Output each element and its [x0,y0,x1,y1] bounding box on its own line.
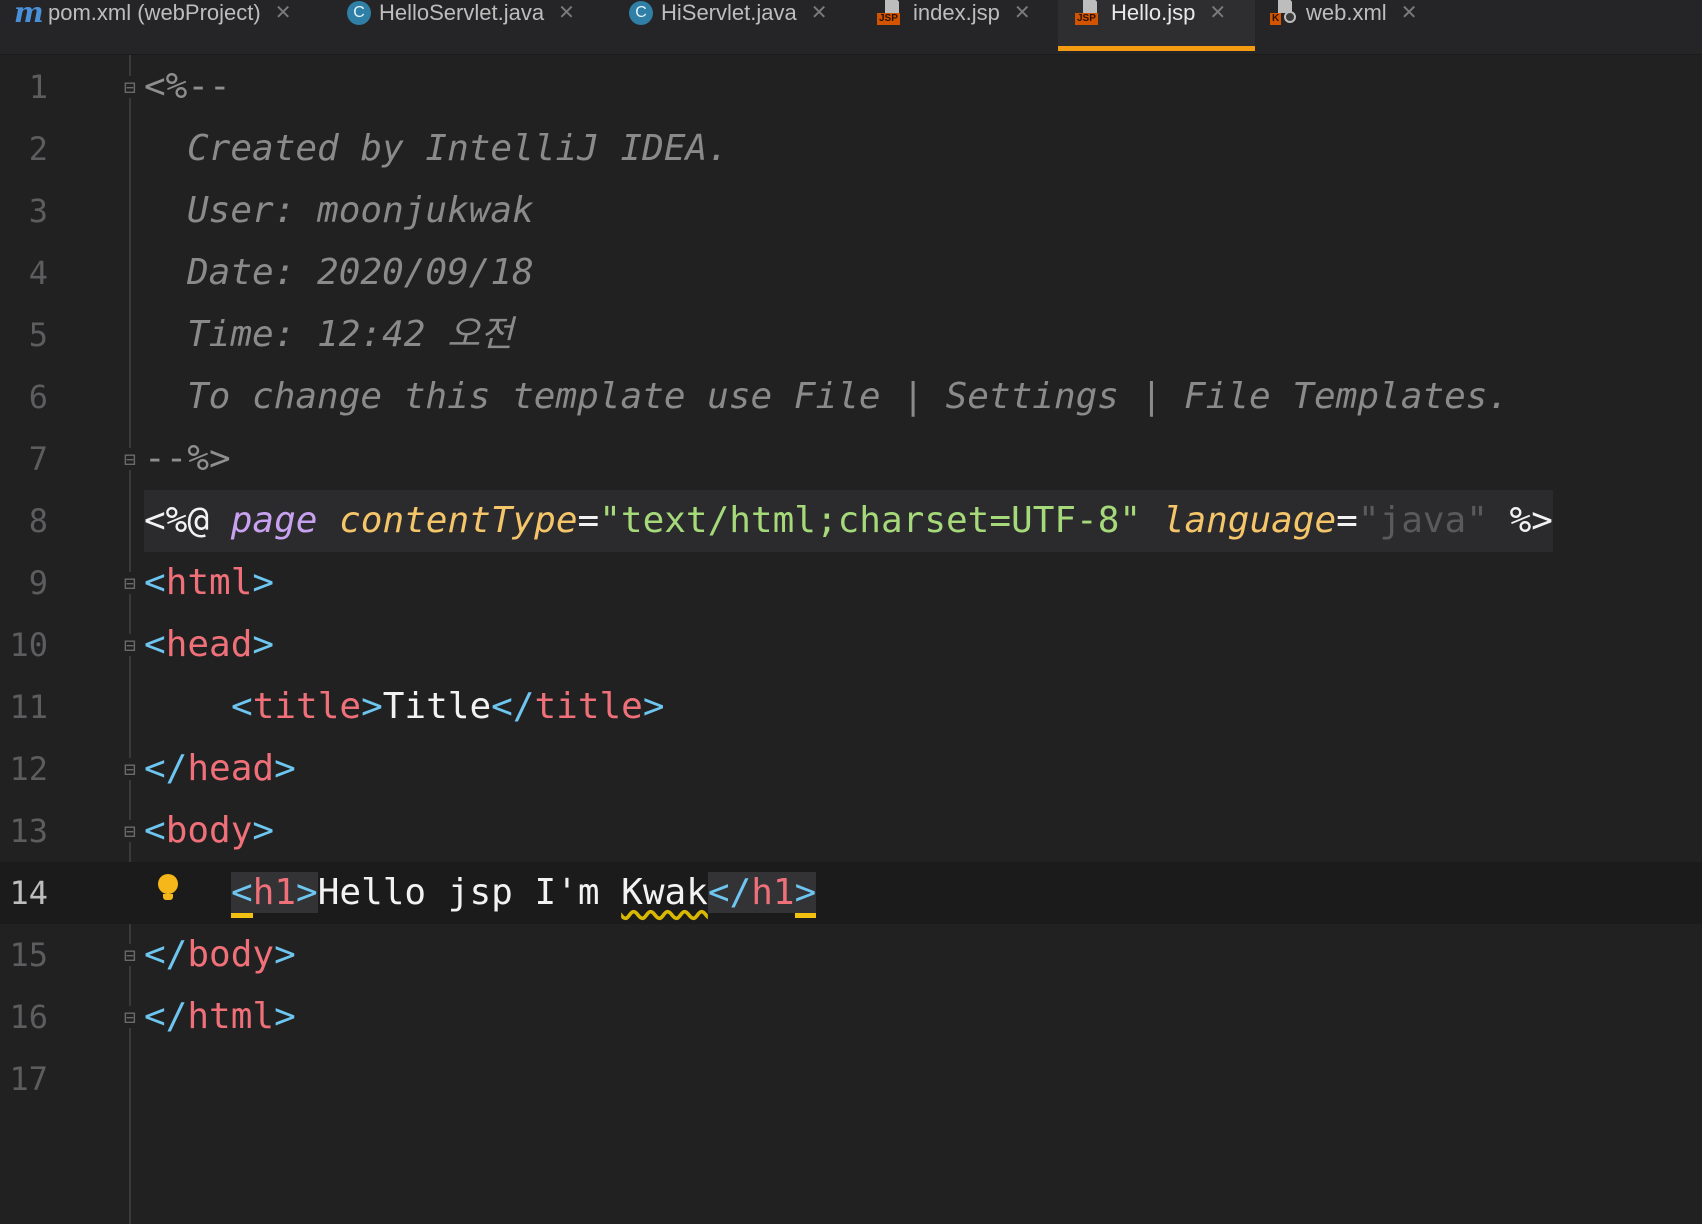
code-line: 17 [0,1048,1702,1110]
code-text: User: moonjukwak [187,190,534,231]
line-number: 14 [9,874,48,912]
line-number: 10 [9,626,48,664]
tab-hiservlet-java[interactable]: C HiServlet.java ✕ [629,0,827,51]
tab-index-jsp[interactable]: JSP index.jsp ✕ [877,0,1031,51]
code-line: 7 ⊟ --%> [0,428,1702,490]
code-text: <h1>Hello jsp I'm Kwak</h1> [231,862,817,924]
fold-icon[interactable]: ⊟ [119,758,141,780]
line-number: 15 [9,936,48,974]
typo-warning-word: Kwak [621,872,708,913]
tab-label: index.jsp [913,0,1000,25]
fold-icon[interactable]: ⊟ [119,944,141,966]
fold-icon[interactable]: ⊟ [119,572,141,594]
code-line: 10 ⊟ <head> [0,614,1702,676]
close-icon[interactable]: ✕ [1209,3,1226,23]
code-line: 6 To change this template use File | Set… [0,366,1702,428]
code-editor[interactable]: 1 ⊟ <%-- 2 Created by IntelliJ IDEA. 3 U… [0,55,1702,1224]
current-code-line: 14 <h1>Hello jsp I'm Kwak</h1> [0,862,1702,924]
jsp-file-icon: JSP [877,0,905,27]
close-icon[interactable]: ✕ [1401,3,1418,23]
code-line: 3 User: moonjukwak [0,180,1702,242]
close-icon[interactable]: ✕ [275,3,292,23]
line-number: 7 [28,440,48,478]
code-text: <html> [144,562,275,603]
line-number: 8 [28,502,48,540]
fold-icon[interactable]: ⊟ [119,820,141,842]
code-text: <title>Title</title> [231,686,665,727]
close-icon[interactable]: ✕ [811,3,828,23]
line-number: 2 [28,130,48,168]
code-text: </body> [144,934,296,975]
editor-tab-bar: m pom.xml (webProject) ✕ C HelloServlet.… [0,0,1702,55]
code-line: 9 ⊟ <html> [0,552,1702,614]
tab-label: HiServlet.java [661,0,797,25]
code-text: --%> [144,438,231,479]
code-text: </html> [144,996,296,1037]
code-line: 5 Time: 12:42 오전 [0,304,1702,366]
line-number: 11 [9,688,48,726]
page-directive: <%@ page contentType="text/html;charset=… [144,490,1553,552]
tab-pom-xml[interactable]: m pom.xml (webProject) ✕ [14,0,291,51]
line-number: 16 [9,998,48,1036]
tab-label: web.xml [1306,0,1387,25]
line-number: 12 [9,750,48,788]
line-number: 1 [28,68,48,106]
tab-label: HelloServlet.java [379,0,545,25]
code-line: 2 Created by IntelliJ IDEA. [0,118,1702,180]
web-xml-file-icon: K [1270,0,1298,27]
line-number: 13 [9,812,48,850]
code-line: 1 ⊟ <%-- [0,56,1702,118]
code-text: Date: 2020/09/18 [187,252,534,293]
code-line: 8 <%@ page contentType="text/html;charse… [0,490,1702,552]
tab-label: pom.xml (webProject) [48,0,261,25]
close-icon[interactable]: ✕ [558,3,575,23]
code-text: </head> [144,748,296,789]
code-text: Time: 12:42 오전 [187,314,514,355]
code-line: 13 ⊟ <body> [0,800,1702,862]
line-number: 6 [28,378,48,416]
code-text: Created by IntelliJ IDEA. [187,128,729,169]
maven-m-icon: m [14,0,44,29]
code-text: <%-- [144,66,231,107]
tab-hello-jsp[interactable]: JSP Hello.jsp ✕ [1058,0,1255,51]
fold-icon[interactable]: ⊟ [119,1006,141,1028]
lightbulb-intention-icon[interactable] [158,874,178,900]
fold-icon[interactable]: ⊟ [119,76,141,98]
line-number: 9 [28,564,48,602]
line-number: 4 [28,254,48,292]
jsp-file-icon: JSP [1075,0,1103,27]
code-line: 16 ⊟ </html> [0,986,1702,1048]
code-line: 11 <title>Title</title> [0,676,1702,738]
code-line: 15 ⊟ </body> [0,924,1702,986]
line-number: 5 [28,316,48,354]
java-class-icon: C [347,1,371,25]
code-text: <body> [144,810,275,851]
code-line: 12 ⊟ </head> [0,738,1702,800]
tab-web-xml[interactable]: K web.xml ✕ [1270,0,1417,51]
line-number: 17 [9,1060,48,1098]
java-class-icon: C [629,1,653,25]
code-text: To change this template use File | Setti… [187,376,1510,417]
code-line: 4 Date: 2020/09/18 [0,242,1702,304]
close-icon[interactable]: ✕ [1014,3,1031,23]
tab-label: Hello.jsp [1111,0,1196,25]
code-text: <head> [144,624,275,665]
line-number: 3 [28,192,48,230]
fold-icon[interactable]: ⊟ [119,448,141,470]
tab-helloservlet-java[interactable]: C HelloServlet.java ✕ [347,0,575,51]
fold-icon[interactable]: ⊟ [119,634,141,656]
